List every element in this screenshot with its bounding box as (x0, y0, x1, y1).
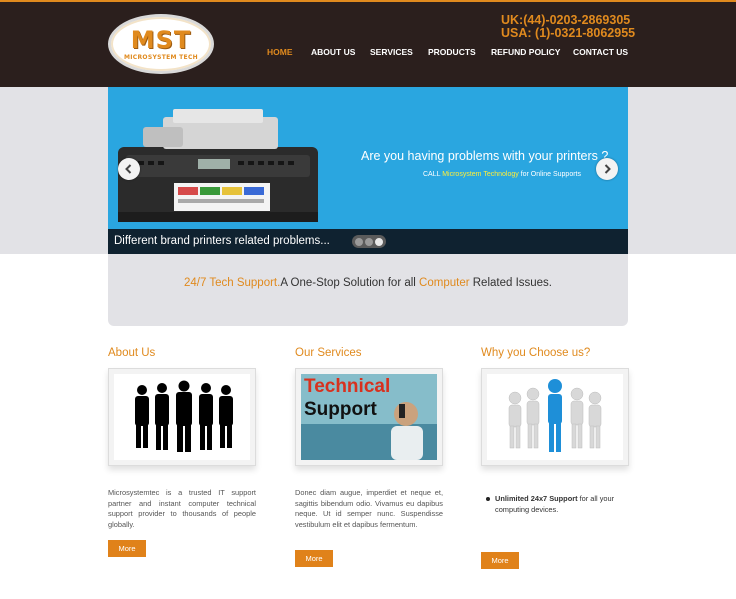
nav-about-us[interactable]: ABOUT US (311, 47, 355, 57)
our-services-title: Our Services (295, 347, 362, 359)
why-choose-us-image (487, 374, 623, 460)
support-word: Support (304, 399, 377, 420)
slide-sub-rest: for Online Supports (520, 171, 581, 178)
our-services-image-frame: Technical Support (295, 368, 443, 466)
why-choose-us-title: Why you Choose us? (481, 347, 591, 359)
about-us-title: About Us (108, 347, 156, 359)
about-us-image-frame (108, 368, 256, 466)
tagline-panel: 24/7 Tech Support.A One-Stop Solution fo… (108, 254, 628, 326)
team-leader-image (508, 379, 602, 452)
tagline-issues: Related Issues. (469, 277, 553, 289)
slider-pagination (352, 235, 386, 248)
why-choose-us-list: Unlimited 24x7 Support for all your comp… (486, 493, 626, 515)
about-us-image (114, 374, 250, 460)
about-us-more-button[interactable]: More (108, 540, 146, 557)
tagline-support: 24/7 Tech Support. (183, 277, 281, 289)
nav-services[interactable]: SERVICES (370, 47, 413, 57)
slide-heading: Are you having problems with your printe… (361, 149, 609, 163)
our-services-text: Donec diam augue, imperdiet et neque et,… (295, 488, 443, 529)
slider-next-button[interactable] (596, 158, 618, 180)
business-team-image (135, 380, 233, 452)
our-services-image: Technical Support (301, 374, 437, 460)
slide-caption-bar: Different brand printers related problem… (108, 229, 628, 254)
logo-subtitle: MICROSYSTEM TECH (124, 53, 198, 61)
technical-word: Technical (304, 376, 391, 397)
contact-phones: UK:(44)-0203-2869305 USA: (1)-0321-80629… (501, 14, 635, 40)
slide-subheading: CALL Microsystem Technology for Online S… (423, 171, 581, 178)
nav-contact-us[interactable]: CONTACT US (573, 47, 628, 57)
slide-caption: Different brand printers related problem… (114, 235, 330, 247)
chevron-right-icon (604, 164, 611, 174)
site-header: MST MICROSYSTEM TECH UK:(44)-0203-286930… (0, 0, 736, 87)
slider-dot-3[interactable] (375, 237, 383, 246)
bullet-bold: Unlimited 24x7 Support (495, 494, 578, 503)
slider-dot-1[interactable] (355, 237, 363, 246)
chevron-left-icon (125, 164, 132, 174)
site-logo[interactable]: MST MICROSYSTEM TECH (108, 14, 214, 74)
nav-home[interactable]: HOME (267, 47, 293, 57)
why-choose-us-image-frame (481, 368, 629, 466)
printer-image (118, 109, 318, 222)
our-services-more-button[interactable]: More (295, 550, 333, 567)
slider-dot-2[interactable] (365, 237, 373, 246)
tagline-computer: Computer (419, 277, 470, 289)
slider-prev-button[interactable] (118, 158, 140, 180)
slide-sub-call: CALL (423, 171, 441, 178)
logo-wordmark: MST (130, 25, 192, 54)
hero-slider: Are you having problems with your printe… (108, 87, 628, 254)
list-item: Unlimited 24x7 Support for all your comp… (486, 493, 626, 515)
tagline-solution: A One-Stop Solution for all (280, 277, 420, 289)
phone-usa: USA: (1)-0321-8062955 (501, 26, 636, 40)
why-choose-us-more-button[interactable]: More (481, 552, 519, 569)
about-us-text: Microsystemtec is a trusted IT support p… (108, 488, 256, 529)
slide-sub-company: Microsystem Technology (442, 171, 519, 178)
nav-refund-policy[interactable]: REFUND POLICY (491, 47, 560, 57)
nav-products[interactable]: PRODUCTS (428, 47, 476, 57)
tagline: 24/7 Tech Support.A One-Stop Solution fo… (108, 277, 628, 289)
